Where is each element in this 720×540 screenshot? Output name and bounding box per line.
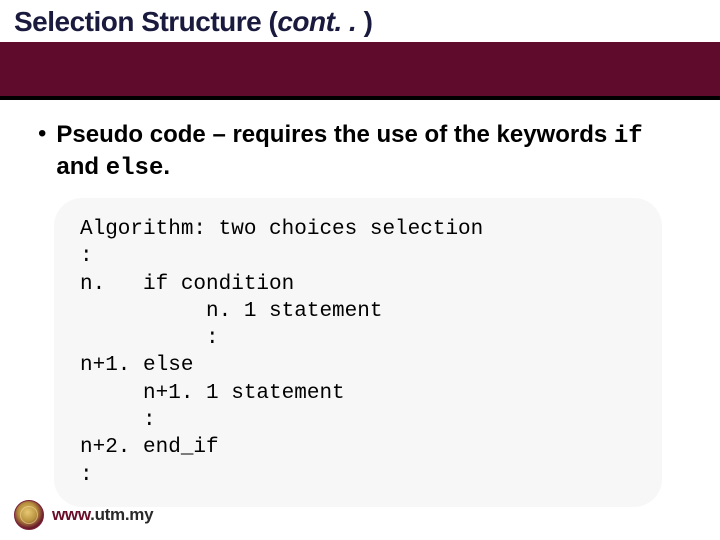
bullet-text: Pseudo code – requires the use of the ke… [56,120,682,184]
code-line-10: : [80,462,636,489]
code-line-1: Algorithm: two choices selection [80,216,636,243]
url-www: www [52,505,90,524]
keyword-else: else [106,155,164,182]
utm-logo-icon [14,500,44,530]
code-line-9: n+2. end_if [80,434,636,461]
title-top: Selection Structure (cont. . ) [0,0,720,42]
slide-title: Selection Structure (cont. . ) [14,6,706,38]
code-line-5: : [80,325,636,352]
code-line-7: n+1. 1 statement [80,380,636,407]
code-line-3: n. if condition [80,271,636,298]
bullet-mid: and [56,153,105,180]
title-italic: cont. . [277,6,363,37]
url-rest: .utm.my [90,505,153,524]
slide: Selection Structure (cont. . ) • Pseudo … [0,0,720,540]
keyword-if: if [614,123,643,150]
code-line-6: n+1. else [80,352,636,379]
header-strip [0,42,720,96]
site-url: www.utm.my [52,505,153,525]
code-line-4: n. 1 statement [80,298,636,325]
bullet-prefix: Pseudo code – requires the use of the ke… [56,121,614,148]
title-bar: Selection Structure (cont. . ) [0,0,720,100]
bullet-marker: • [38,120,46,149]
title-close: ) [364,6,373,37]
pseudocode-box: Algorithm: two choices selection : n. if… [54,198,662,507]
content-area: • Pseudo code – requires the use of the … [0,100,720,507]
bullet-suffix: . [163,153,170,180]
bullet-item: • Pseudo code – requires the use of the … [38,120,682,184]
title-main: Selection Structure ( [14,6,277,37]
footer: www.utm.my [14,500,153,530]
code-line-8: : [80,407,636,434]
code-line-2: : [80,243,636,270]
